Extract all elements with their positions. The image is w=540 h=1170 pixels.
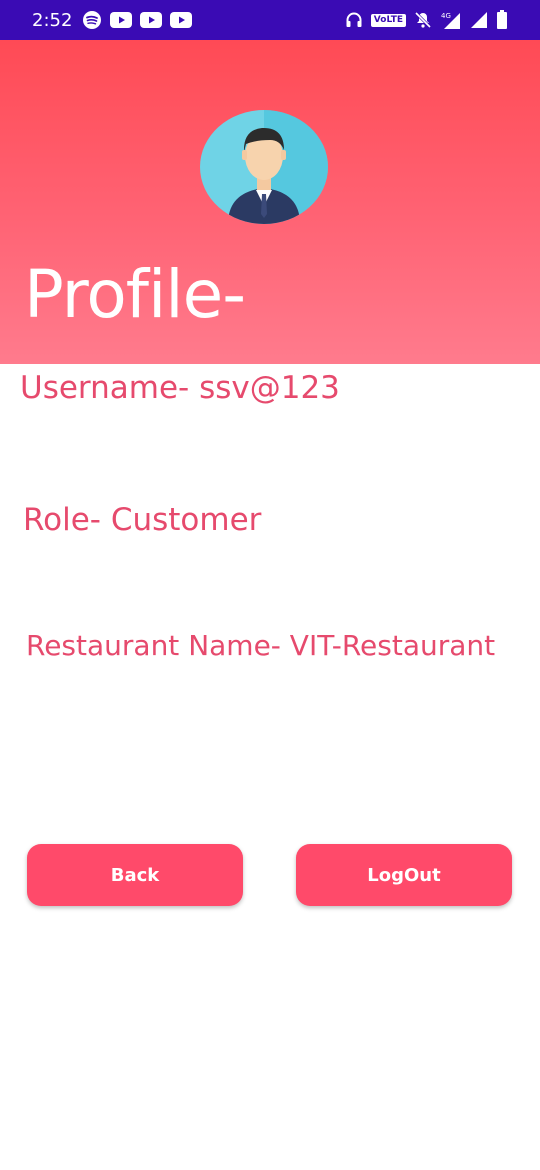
mute-icon [414, 11, 432, 29]
restaurant-name-text: Restaurant Name- VIT-Restaurant [26, 629, 496, 662]
role-text: Role- Customer [23, 502, 262, 538]
user-avatar-icon [200, 110, 328, 224]
status-time: 2:52 [32, 9, 73, 31]
status-bar-right: VoLTE 4G [345, 10, 508, 30]
logout-button[interactable]: LogOut [296, 844, 512, 906]
signal-icon [470, 11, 488, 29]
network-type-label: 4G [441, 12, 451, 20]
spotify-icon [82, 10, 102, 30]
signal-icon: 4G [440, 11, 462, 29]
profile-header: Profile- [0, 40, 540, 364]
youtube-icon [170, 12, 193, 28]
status-bar-left: 2:52 [32, 9, 193, 31]
youtube-icon [140, 12, 163, 28]
status-bar: 2:52 VoLTE 4G [0, 0, 540, 40]
youtube-icon [110, 12, 133, 28]
page-title: Profile- [24, 256, 246, 333]
volte-icon: VoLTE [370, 13, 406, 27]
back-button[interactable]: Back [27, 844, 243, 906]
battery-icon [496, 10, 508, 30]
username-text: Username- ssv@123 [20, 370, 340, 406]
headphones-icon [345, 11, 363, 29]
